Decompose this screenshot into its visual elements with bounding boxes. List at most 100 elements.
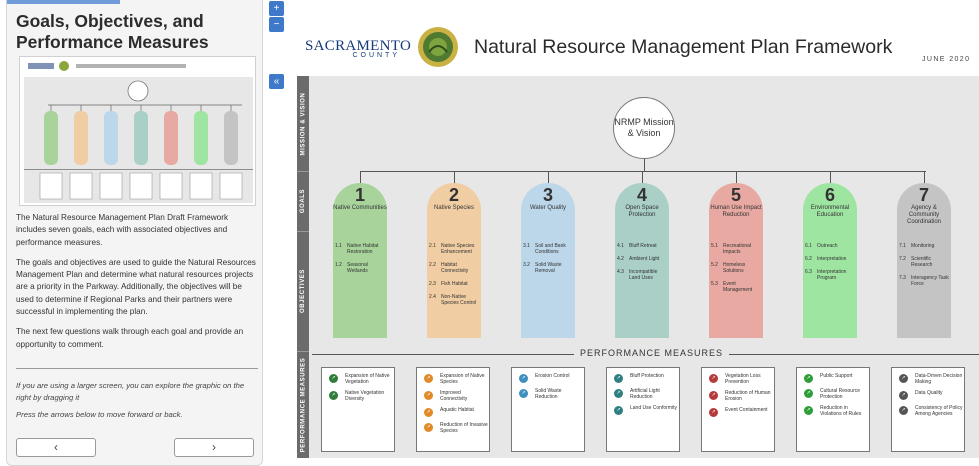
thumb-goal — [74, 111, 88, 165]
goal-3[interactable]: 3 Water Quality 3.1 Soil and Bank Condition… — [521, 183, 575, 338]
thumb-measure-box — [129, 172, 153, 200]
story-panel: Goals, Objectives, and Performance Measu… — [6, 0, 263, 466]
objective-item: 6.1 Outreach — [805, 243, 838, 249]
objective-item: 2.3 Fish Habitat — [429, 281, 468, 287]
collapse-panel-button[interactable]: « — [269, 74, 284, 89]
thumb-measure-box — [189, 172, 213, 200]
performance-measure: ↗ Expansion of Native Vegetation — [329, 373, 394, 385]
performance-measure: ↗ Reduction of Human Erosion — [709, 390, 774, 402]
performance-measure: ↗ Data Quality — [899, 390, 964, 400]
row-label-goals: GOALS — [300, 188, 306, 214]
goal-number: 3 — [542, 185, 553, 205]
objective-item: 3.1 Soil and Bank Conditions — [523, 243, 566, 255]
objective-item: 7.2 Scientific Research — [899, 256, 933, 268]
arrow-hint: Press the arrows below to move forward o… — [16, 410, 183, 420]
panel-paragraph: The Natural Resource Management Plan Dra… — [16, 213, 229, 247]
objectives-list: 7.1 Monitoring 7.2 Scientific Research 7.3 In… — [899, 243, 951, 294]
connector — [454, 171, 455, 183]
goal-2[interactable]: 2 Native Species 2.1 Native Species Enhance… — [427, 183, 481, 338]
connector — [360, 171, 926, 172]
measure-icon: ↗ — [804, 406, 813, 415]
thumb-goal — [164, 111, 178, 165]
zoom-in-button[interactable]: + — [269, 1, 284, 16]
thumb-goal — [44, 111, 58, 165]
objective-item: 5.2 Homeless Solutions — [711, 262, 746, 274]
framework-thumbnail[interactable] — [19, 56, 256, 206]
performance-measure: ↗ Event Containment — [709, 407, 774, 417]
objective-item: 4.3 Incompatible Land Uses — [617, 269, 658, 281]
goal-7[interactable]: 7 Agency & Community Coordination 7.1 Monit… — [897, 183, 951, 338]
framework-graphic[interactable]: MISSION & VISION GOALS OBJECTIVES PERFOR… — [297, 76, 979, 458]
divider — [16, 368, 258, 369]
performance-measure: ↗ Land Use Conformity — [614, 405, 679, 415]
goal-number: 1 — [354, 185, 365, 205]
measure-icon: ↗ — [614, 406, 623, 415]
performance-measure: ↗ Aquatic Habitat — [424, 407, 489, 417]
panel-title: Goals, Objectives, and Performance Measu… — [16, 11, 209, 52]
connector — [830, 171, 831, 183]
row-label-mission: MISSION & VISION — [300, 92, 307, 155]
performance-box-1: ↗ Expansion of Native Vegetation ↗ Native V… — [321, 367, 395, 452]
measure-icon: ↗ — [899, 406, 908, 415]
performance-measure: ↗ Erosion Control — [519, 373, 584, 383]
zoom-out-button[interactable]: − — [269, 17, 284, 32]
mission-vision-node: NRMP Mission & Vision — [613, 97, 675, 159]
performance-box-3: ↗ Erosion Control ↗ Solid Waste Reduction — [511, 367, 585, 452]
panel-hints: If you are using a larger screen, you ca… — [16, 380, 259, 427]
objectives-list: 5.1 Recreational Impacts 5.2 Homeless Solut… — [711, 243, 763, 300]
measure-icon: ↗ — [329, 391, 338, 400]
thumb-goal — [194, 111, 208, 165]
prev-button[interactable]: ‹ — [16, 438, 96, 457]
measure-icon: ↗ — [614, 374, 623, 383]
thumb-measure-box — [219, 172, 243, 200]
performance-measures-label: PERFORMANCE MEASURES — [574, 348, 730, 358]
performance-measure: ↗ Artificial Light Reduction — [614, 388, 679, 400]
performance-box-6: ↗ Public Support ↗ Cultural Resource Protec… — [796, 367, 870, 452]
framework-title: Natural Resource Management Plan Framewo… — [474, 36, 893, 58]
measure-icon: ↗ — [424, 391, 433, 400]
measure-icon: ↗ — [709, 374, 718, 383]
regional-parks-seal-icon — [418, 27, 458, 67]
performance-measure: ↗ Improved Connectivity — [424, 390, 489, 402]
panel-paragraph: The next few questions walk through each… — [16, 327, 244, 349]
goal-number: 2 — [448, 185, 459, 205]
objective-item: 4.2 Ambient Light — [617, 256, 660, 262]
measure-icon: ↗ — [614, 389, 623, 398]
connector — [360, 171, 361, 183]
objective-item: 2.1 Native Species Enhancement — [429, 243, 475, 255]
performance-box-5: ↗ Vegetation Loss Prevention ↗ Reduction of… — [701, 367, 775, 452]
screen: Goals, Objectives, and Performance Measu… — [0, 0, 979, 466]
objectives-list: 1.1 Native Habitat Restoration 1.2 Seasonal… — [335, 243, 387, 281]
connector — [924, 171, 925, 183]
measure-icon: ↗ — [709, 408, 718, 417]
connector — [548, 171, 549, 183]
measure-icon: ↗ — [329, 374, 338, 383]
objectives-list: 4.1 Bluff Retreat 4.2 Ambient Light 4.3 Incom… — [617, 243, 669, 288]
objective-item: 6.2 Interpretation — [805, 256, 847, 262]
goal-5[interactable]: 5 Human Use Impact Reduction 5.1 Recreation… — [709, 183, 763, 338]
objective-item: 1.1 Native Habitat Restoration — [335, 243, 379, 255]
measure-icon: ↗ — [519, 389, 528, 398]
panel-paragraph: The goals and objectives are used to gui… — [16, 257, 256, 317]
goal-name: Human Use Impact Reduction — [710, 205, 762, 218]
performance-measure: ↗ Solid Waste Reduction — [519, 388, 584, 400]
next-button[interactable]: › — [174, 438, 254, 457]
goal-1[interactable]: 1 Native Communities 1.1 Native Habitat Res… — [333, 183, 387, 338]
performance-measure: ↗ Expansion of Native Species — [424, 373, 489, 385]
sacramento-county-logo: SACRAMENTO COUNTY — [305, 38, 412, 59]
panel-body: The Natural Resource Management Plan Dra… — [16, 212, 259, 359]
goal-number: 4 — [636, 185, 647, 205]
objective-item: 6.3 Interpretation Program — [805, 269, 847, 281]
goal-number: 7 — [918, 185, 929, 205]
performance-box-2: ↗ Expansion of Native Species ↗ Improved Co… — [416, 367, 490, 452]
row-label-performance: PERFORMANCE MEASURES — [300, 357, 306, 452]
performance-box-7: ↗ Data-Driven Decision Making ↗ Data Qualit… — [891, 367, 965, 452]
objectives-list: 3.1 Soil and Bank Conditions 3.2 Solid Wast… — [523, 243, 575, 281]
performance-measure: ↗ Vegetation Loss Prevention — [709, 373, 774, 385]
performance-measure: ↗ Cultural Resource Protection — [804, 388, 869, 400]
measure-icon: ↗ — [804, 389, 813, 398]
goal-6[interactable]: 6 Environmental Education 6.1 Outreach 6.2 In… — [803, 183, 857, 338]
measure-icon: ↗ — [424, 374, 433, 383]
goal-4[interactable]: 4 Open Space Protection 4.1 Bluff Retreat 4.… — [615, 183, 669, 338]
objective-item: 2.2 Habitat Connectivity — [429, 262, 469, 274]
